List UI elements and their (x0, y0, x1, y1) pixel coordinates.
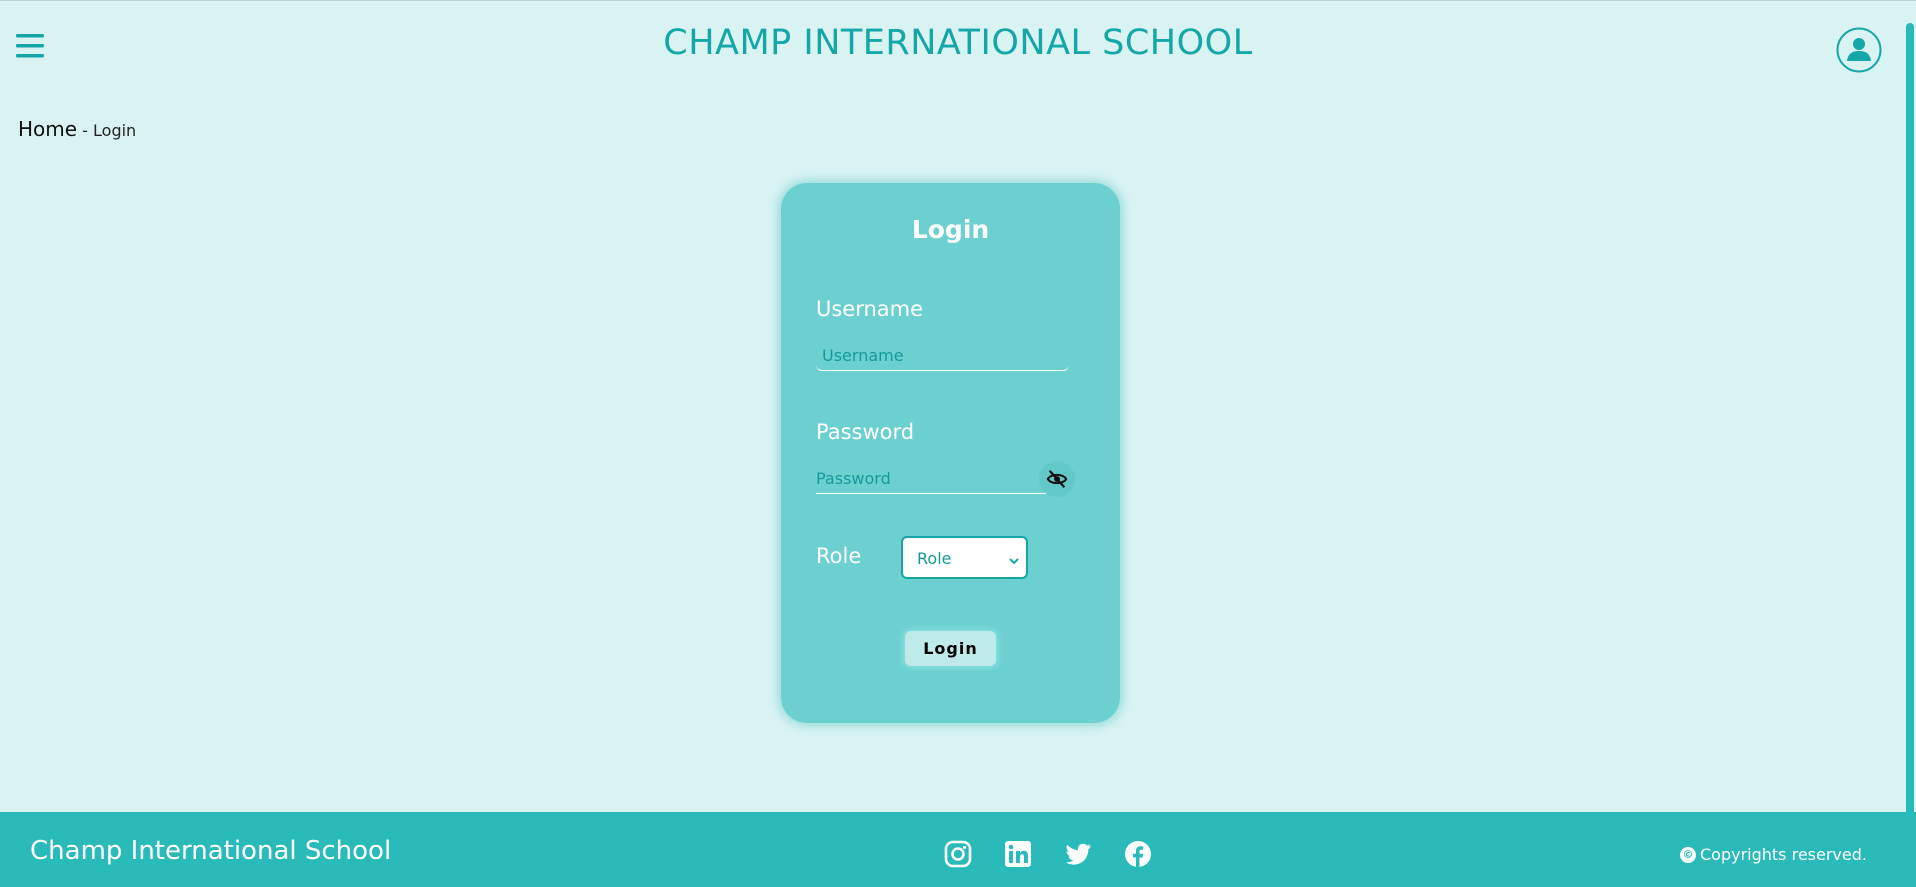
social-links (944, 840, 1152, 868)
password-label: Password (816, 420, 915, 444)
login-card: Login Username Password Role Role Login (781, 183, 1120, 723)
eye-slash-icon[interactable] (1039, 461, 1075, 497)
copyright: © Copyrights reserved. (1680, 845, 1867, 864)
password-input[interactable] (816, 464, 1046, 494)
role-label: Role (816, 544, 862, 568)
page: CHAMP INTERNATIONAL SCHOOL Home - Login … (0, 0, 1916, 887)
linkedin-icon[interactable] (1004, 840, 1032, 868)
username-input[interactable] (816, 341, 1069, 371)
role-select[interactable]: Role (901, 536, 1028, 579)
breadcrumb: Home - Login (18, 117, 136, 141)
breadcrumb-home-link[interactable]: Home (18, 117, 77, 141)
footer: Champ International School © Copyrights … (0, 812, 1916, 887)
footer-brand: Champ International School (30, 836, 392, 866)
role-select-value: Role (917, 549, 952, 568)
login-button[interactable]: Login (905, 631, 996, 666)
twitter-icon[interactable] (1064, 840, 1092, 868)
chevron-down-icon (1008, 552, 1020, 565)
username-label: Username (816, 297, 924, 321)
facebook-icon[interactable] (1124, 840, 1152, 868)
login-title: Login (911, 215, 990, 244)
instagram-icon[interactable] (944, 840, 972, 868)
breadcrumb-current: - Login (82, 121, 137, 140)
copyright-text: Copyrights reserved. (1700, 845, 1867, 864)
user-circle-icon[interactable] (1836, 27, 1882, 73)
site-title: CHAMP INTERNATIONAL SCHOOL (663, 23, 1253, 63)
copyright-icon: © (1680, 846, 1696, 863)
page-scrollbar[interactable] (1906, 23, 1914, 841)
